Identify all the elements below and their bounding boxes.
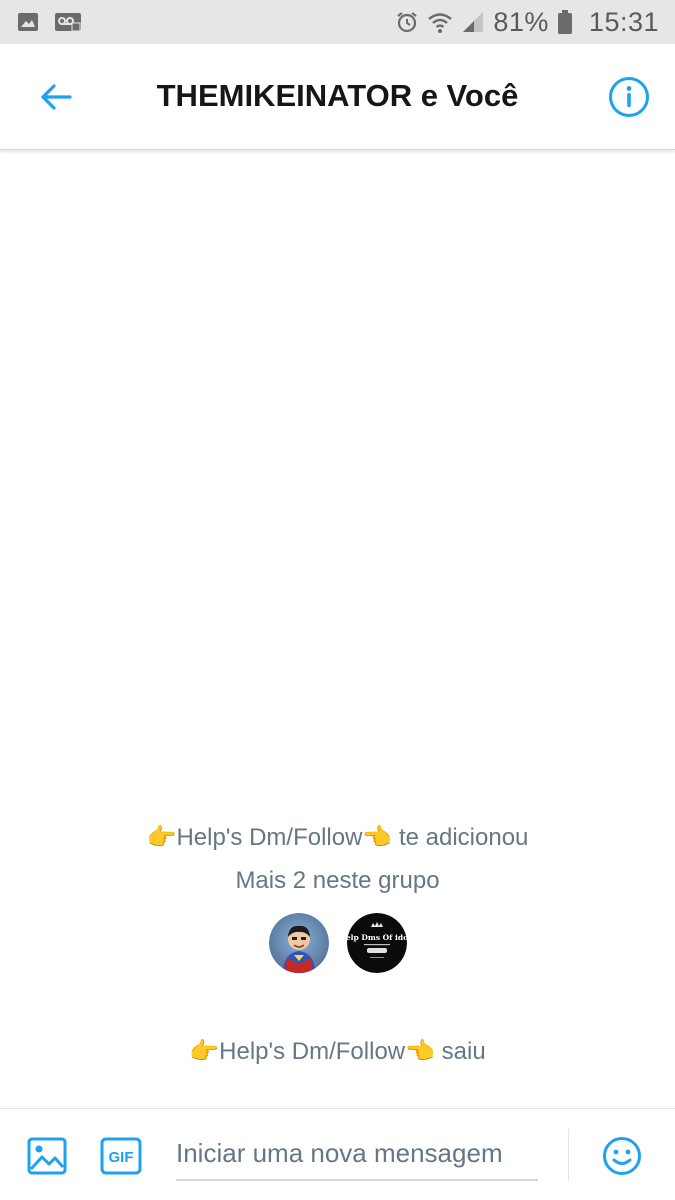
smiley-icon bbox=[603, 1137, 641, 1175]
gif-icon: GIF bbox=[100, 1137, 142, 1175]
status-bar: 81% 15:31 bbox=[0, 0, 675, 44]
info-icon bbox=[609, 76, 649, 117]
image-icon bbox=[16, 10, 40, 34]
signal-icon bbox=[461, 10, 485, 34]
back-arrow-icon bbox=[41, 83, 72, 110]
event-added-text: 👉Help's Dm/Follow👈 te adicionou bbox=[146, 824, 529, 851]
emoji-button[interactable] bbox=[602, 1136, 642, 1176]
message-composer: GIF bbox=[0, 1108, 675, 1200]
member-avatars: Help Dms Of idols bbox=[0, 913, 675, 973]
status-bar-left bbox=[16, 10, 82, 34]
event-more-members-text: Mais 2 neste grupo bbox=[235, 867, 440, 894]
event-left-text: 👉Help's Dm/Follow👈 saiu bbox=[189, 1038, 486, 1065]
battery-icon bbox=[557, 9, 573, 35]
back-button[interactable] bbox=[34, 75, 78, 119]
battery-percent: 81% bbox=[493, 6, 549, 37]
logo-text: Help Dms Of idols bbox=[347, 933, 407, 942]
gif-label: GIF bbox=[109, 1149, 134, 1166]
gif-button[interactable]: GIF bbox=[100, 1137, 142, 1175]
help-dms-logo-avatar[interactable]: Help Dms Of idols bbox=[346, 913, 407, 973]
voicemail-icon bbox=[54, 10, 82, 34]
add-image-button[interactable] bbox=[27, 1136, 67, 1176]
info-button[interactable] bbox=[607, 75, 651, 119]
image-icon bbox=[27, 1137, 67, 1175]
alarm-icon bbox=[395, 10, 419, 34]
composer-divider bbox=[568, 1129, 569, 1181]
superhero-avatar[interactable] bbox=[268, 913, 329, 973]
status-bar-right: 81% 15:31 bbox=[395, 7, 659, 38]
message-input[interactable] bbox=[176, 1127, 538, 1181]
conversation-area[interactable]: 👉Help's Dm/Follow👈 te adicionou Mais 2 n… bbox=[0, 151, 675, 1108]
wifi-icon bbox=[427, 10, 453, 34]
conversation-header: THEMIKEINATOR e Você bbox=[0, 44, 675, 150]
clock: 15:31 bbox=[588, 6, 659, 37]
page-title: THEMIKEINATOR e Você bbox=[156, 78, 519, 113]
